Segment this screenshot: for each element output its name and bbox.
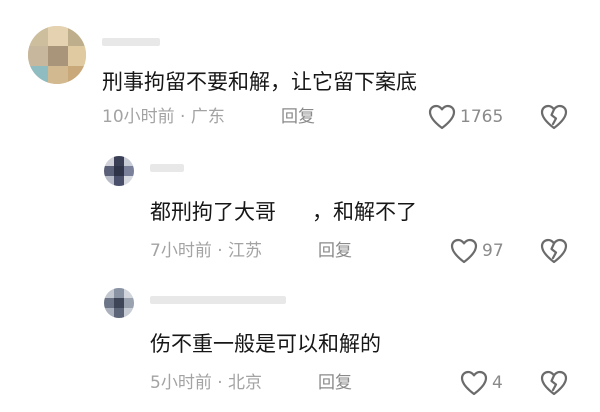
broken-heart-icon [540, 104, 568, 130]
like-count: 1765 [460, 107, 504, 127]
username[interactable] [150, 164, 184, 172]
like-button[interactable]: 1765 [428, 104, 503, 130]
username[interactable] [150, 296, 286, 304]
comment-text: 刑事拘留不要和解，让它留下案底 [102, 70, 417, 94]
like-count: 4 [492, 373, 503, 393]
avatar[interactable] [104, 288, 134, 318]
dislike-button[interactable] [540, 238, 568, 268]
username[interactable] [102, 38, 160, 46]
reply-button[interactable]: 回复 [318, 240, 352, 262]
comment-time: 5小时前 [150, 373, 212, 393]
reply-button[interactable]: 回复 [318, 372, 352, 394]
heart-icon [460, 370, 488, 396]
meta-separator: · [180, 107, 186, 127]
comment-text-part2: ，和解不了 [312, 200, 417, 224]
like-button[interactable]: 97 [450, 238, 504, 264]
comment-meta: 10小时前 · 广东 [102, 106, 225, 128]
comment-location: 江苏 [228, 241, 263, 261]
comment-location: 广东 [190, 107, 225, 127]
reply-button[interactable]: 回复 [281, 106, 315, 128]
dislike-button[interactable] [540, 104, 568, 134]
comment-text: 都刑拘了大哥 ，和解不了 [150, 198, 417, 226]
comment-meta: 5小时前 · 北京 [150, 372, 262, 394]
broken-heart-icon [540, 370, 568, 396]
meta-separator: · [217, 373, 223, 393]
comment-meta: 7小时前 · 江苏 [150, 240, 262, 262]
heart-icon [450, 238, 478, 264]
avatar[interactable] [28, 26, 86, 84]
heart-icon [428, 104, 456, 130]
meta-separator: · [217, 241, 223, 261]
like-button[interactable]: 4 [460, 370, 503, 396]
comment-text-part1: 都刑拘了大哥 [150, 200, 276, 224]
comment-time: 7小时前 [150, 241, 212, 261]
comment-location: 北京 [228, 373, 263, 393]
dislike-button[interactable] [540, 370, 568, 400]
comment-text: 伤不重一般是可以和解的 [150, 332, 381, 356]
broken-heart-icon [540, 238, 568, 264]
like-count: 97 [482, 241, 504, 261]
comment-time: 10小时前 [102, 107, 175, 127]
avatar[interactable] [104, 156, 134, 186]
